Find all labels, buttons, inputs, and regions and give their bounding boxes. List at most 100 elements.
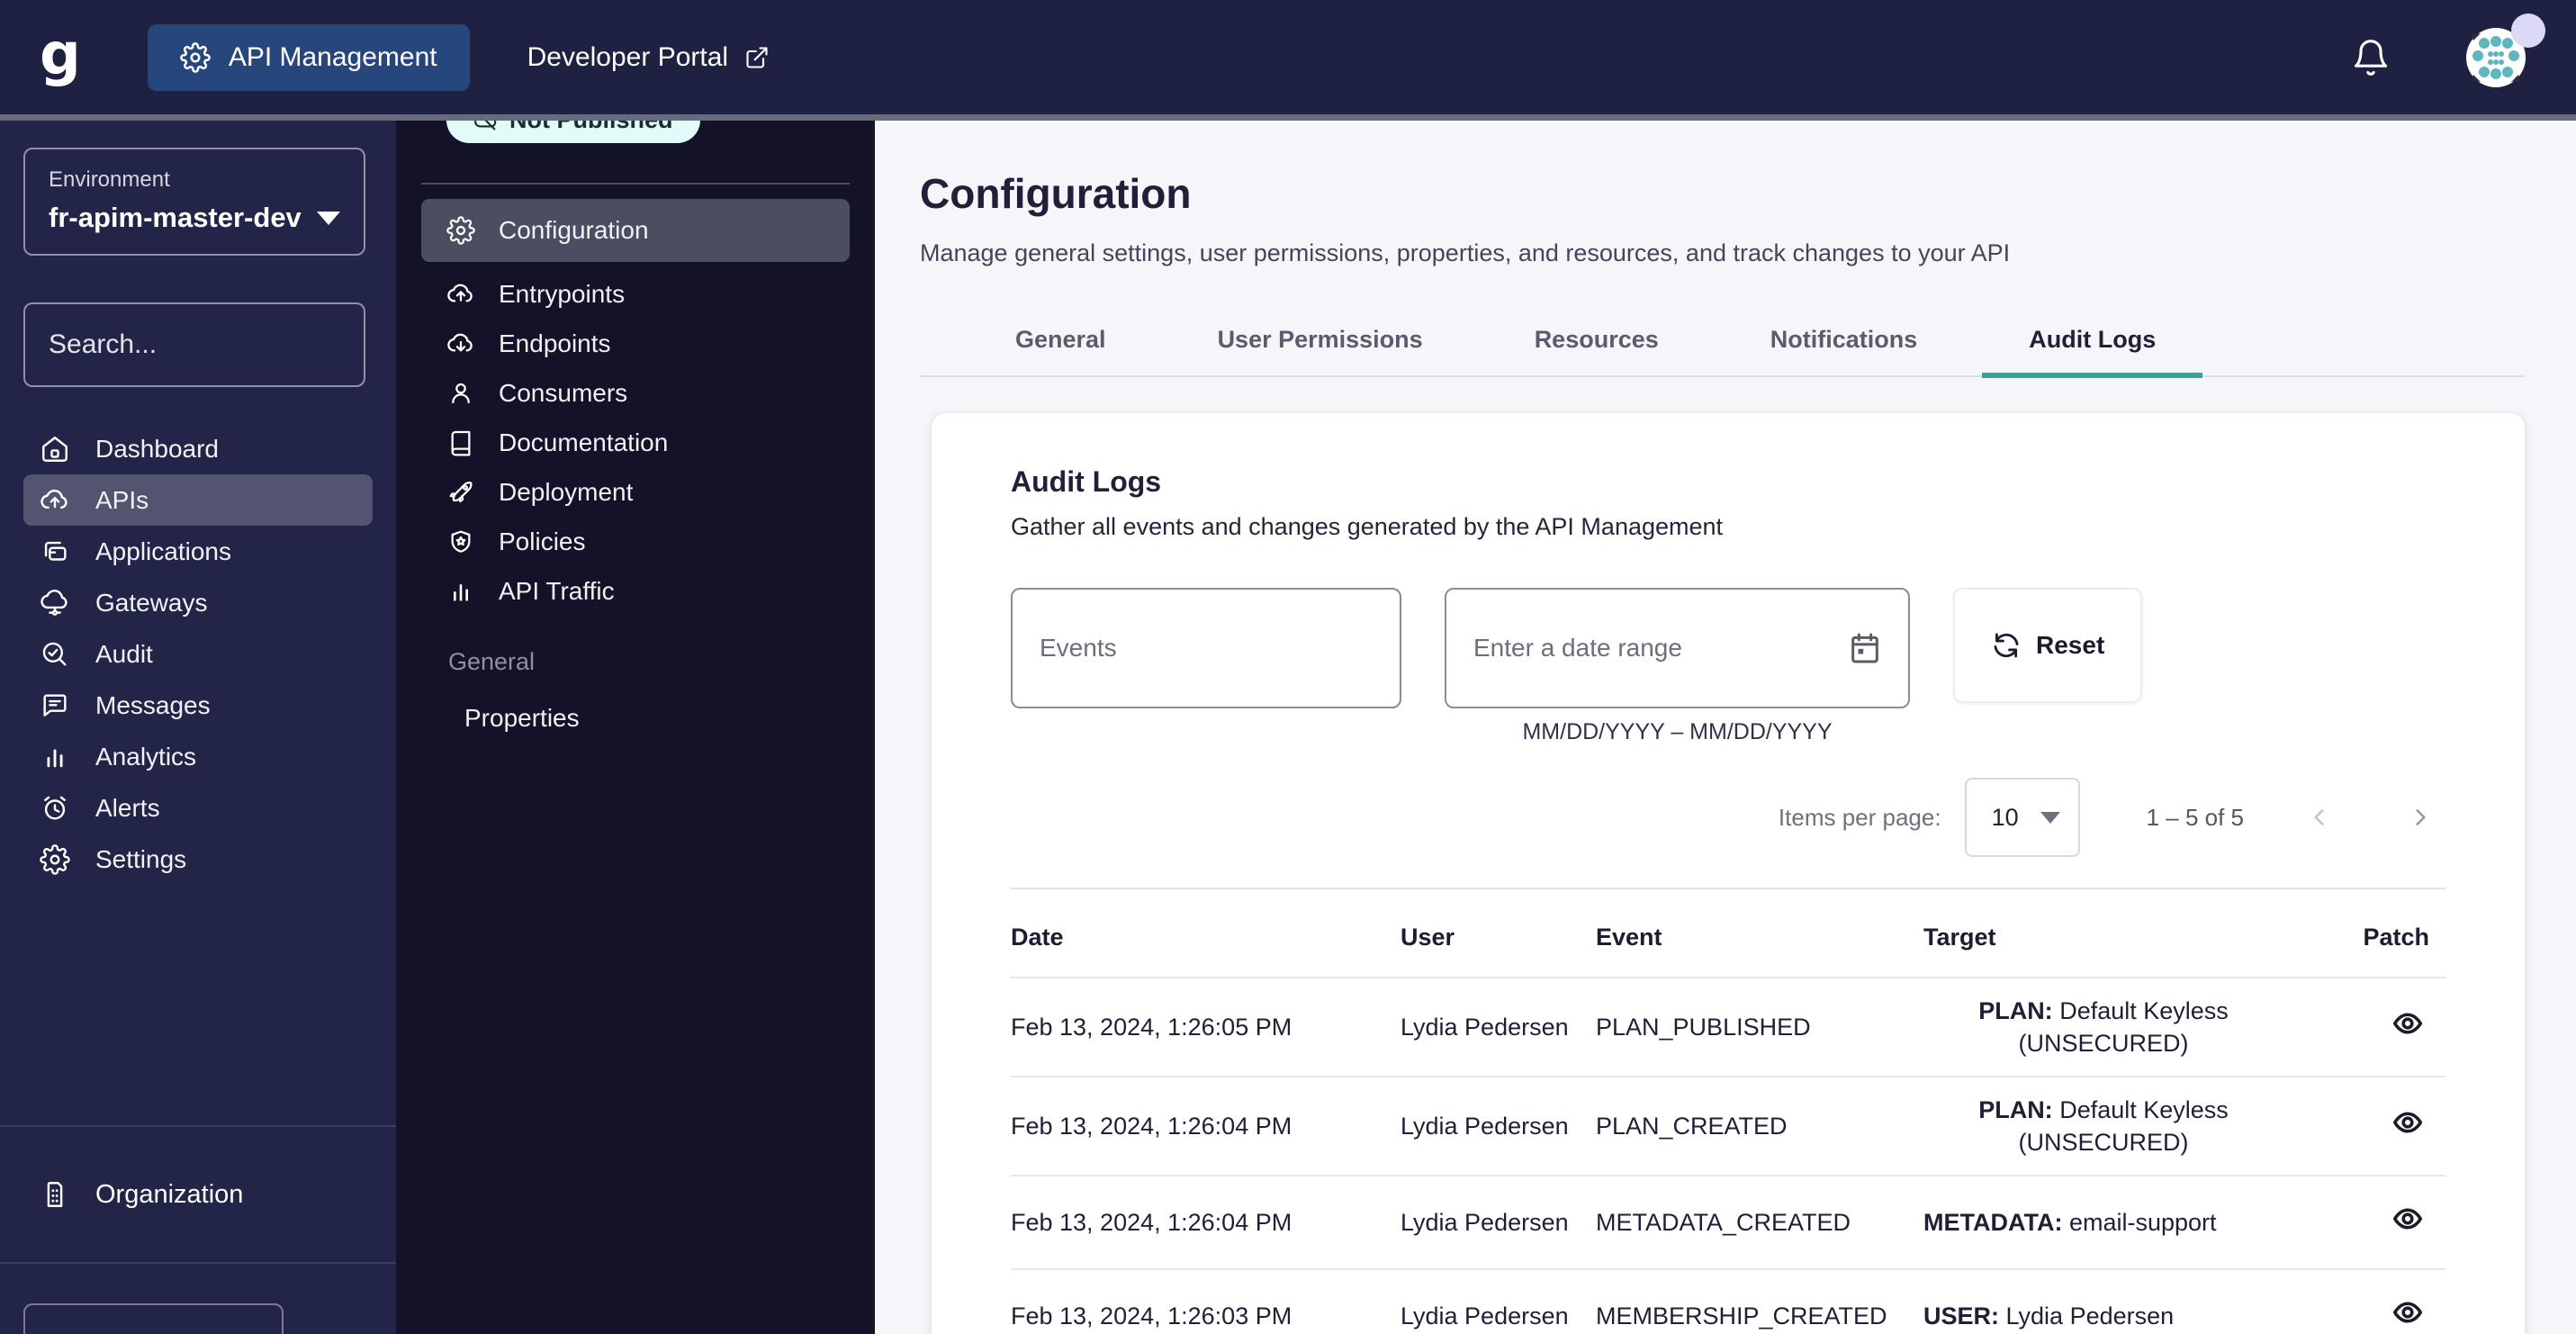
environment-value: fr-apim-master-dev	[49, 202, 302, 234]
api-sidebar-item-label: Entrypoints	[499, 280, 625, 309]
api-sidebar-item-properties[interactable]: Properties	[421, 696, 850, 741]
api-sidebar-item-documentation[interactable]: Documentation	[421, 418, 850, 467]
sidebar-item-alerts[interactable]: Alerts	[23, 782, 373, 834]
view-patch-button[interactable]	[2386, 1106, 2429, 1141]
refresh-icon	[1991, 630, 2022, 661]
chevron-left-icon	[2308, 806, 2331, 829]
environment-selector[interactable]: Environment fr-apim-master-dev	[23, 148, 365, 256]
column-header-date: Date	[1011, 889, 1401, 978]
card-title: Audit Logs	[1011, 465, 2445, 499]
view-patch-button[interactable]	[2386, 1007, 2429, 1042]
eye-icon	[2386, 1203, 2429, 1235]
items-per-page-select[interactable]: 10	[1965, 778, 2080, 857]
cell-target: USER: Lydia Pedersen	[1923, 1269, 2305, 1334]
bar-chart-icon	[40, 742, 70, 772]
cell-date: Feb 13, 2024, 1:26:03 PM	[1011, 1269, 1401, 1334]
person-icon	[446, 379, 475, 408]
api-sidebar-item-entrypoints[interactable]: Entrypoints	[421, 269, 850, 319]
table-row: Feb 13, 2024, 1:26:04 PM Lydia Pedersen …	[1011, 1077, 2445, 1176]
sidebar-item-audit[interactable]: Audit	[23, 628, 373, 680]
calendar-icon[interactable]	[1847, 628, 1883, 668]
cell-event: MEMBERSHIP_CREATED	[1596, 1269, 1923, 1334]
gravitee-logo: g	[40, 26, 81, 84]
events-filter-input[interactable]	[1040, 634, 1374, 662]
search-check-icon	[40, 639, 70, 670]
presence-badge	[2511, 14, 2545, 48]
api-sidebar-item-label: Deployment	[499, 478, 633, 507]
api-sidebar-item-endpoints[interactable]: Endpoints	[421, 319, 850, 368]
cards-icon	[40, 536, 70, 567]
cell-date: Feb 13, 2024, 1:26:04 PM	[1011, 1176, 1401, 1269]
sidebar-item-organization[interactable]: Organization	[0, 1127, 396, 1262]
cell-target: METADATA: email-support	[1923, 1176, 2305, 1269]
cell-target: PLAN: Default Keyless (UNSECURED)	[1923, 1077, 2305, 1176]
next-page-button[interactable]	[2395, 792, 2445, 843]
pagination-range-label: 1 – 5 of 5	[2147, 804, 2244, 832]
previous-page-button[interactable]	[2294, 792, 2345, 843]
sidebar-item-apis[interactable]: APIs	[23, 474, 373, 526]
api-sidebar-item-consumers[interactable]: Consumers	[421, 368, 850, 418]
api-management-label: API Management	[229, 42, 437, 73]
page-title: Configuration	[920, 169, 2525, 218]
collapse-menu-button[interactable]: Collapse menu	[23, 1303, 284, 1334]
cell-patch	[2305, 978, 2445, 1077]
api-sidebar-item-deployment[interactable]: Deployment	[421, 467, 850, 517]
tab-audit-logs[interactable]: Audit Logs	[1973, 310, 2211, 375]
reset-button[interactable]: Reset	[1953, 588, 2142, 703]
cell-patch	[2305, 1269, 2445, 1334]
chevron-right-icon	[2409, 806, 2432, 829]
sidebar-nav: Dashboard APIs Applications Gateways Aud…	[0, 423, 396, 885]
sidebar-item-settings[interactable]: Settings	[23, 834, 373, 885]
sidebar-item-dashboard[interactable]: Dashboard	[23, 423, 373, 474]
environment-label: Environment	[49, 167, 340, 193]
audit-logs-card: Audit Logs Gather all events and changes…	[932, 413, 2525, 1334]
cell-patch	[2305, 1077, 2445, 1176]
divider	[421, 183, 850, 185]
events-filter-select[interactable]	[1011, 588, 1401, 708]
sidebar-search[interactable]	[23, 302, 365, 387]
sidebar-item-applications[interactable]: Applications	[23, 526, 373, 577]
column-header-patch: Patch	[2305, 889, 2445, 978]
api-sidebar-item-policies[interactable]: Policies	[421, 517, 850, 566]
alarm-icon	[40, 793, 70, 824]
notifications-bell-icon[interactable]	[2351, 38, 2391, 77]
api-sidebar-item-api-traffic[interactable]: API Traffic	[421, 566, 850, 616]
sidebar-item-analytics[interactable]: Analytics	[23, 731, 373, 782]
tab-resources[interactable]: Resources	[1479, 310, 1715, 375]
cell-date: Feb 13, 2024, 1:26:05 PM	[1011, 978, 1401, 1077]
date-range-input[interactable]	[1473, 634, 1847, 662]
user-avatar[interactable]	[2466, 28, 2526, 87]
sidebar-item-label: Alerts	[95, 794, 160, 823]
date-format-hint: MM/DD/YYYY – MM/DD/YYYY	[1445, 719, 1910, 745]
audit-logs-table: Date User Event Target Patch Feb 13, 202…	[1011, 889, 2445, 1334]
gear-icon	[446, 216, 475, 245]
developer-portal-link[interactable]: Developer Portal	[527, 42, 770, 73]
sidebar-item-label: Applications	[95, 537, 231, 566]
cell-event: METADATA_CREATED	[1596, 1176, 1923, 1269]
section-label-general: General	[448, 648, 875, 676]
eye-icon	[2386, 1106, 2429, 1139]
search-input[interactable]	[49, 329, 396, 360]
date-filter-group: MM/DD/YYYY – MM/DD/YYYY	[1445, 588, 1910, 745]
date-range-field[interactable]	[1445, 588, 1910, 708]
tab-general[interactable]: General	[959, 310, 1162, 375]
api-sidebar-item-configuration[interactable]: Configuration	[421, 199, 850, 262]
eye-icon	[2386, 1007, 2429, 1040]
sidebar-item-gateways[interactable]: Gateways	[23, 577, 373, 628]
main-content: Configuration Manage general settings, u…	[875, 121, 2576, 1334]
sidebar-item-messages[interactable]: Messages	[23, 680, 373, 731]
tab-user-permissions[interactable]: User Permissions	[1162, 310, 1479, 375]
sidebar-item-label: Audit	[95, 640, 153, 669]
sidebar-item-label: Settings	[95, 845, 186, 874]
tab-notifications[interactable]: Notifications	[1715, 310, 1974, 375]
topbar-divider-strip	[0, 114, 2576, 121]
api-management-button[interactable]: API Management	[148, 24, 470, 91]
cell-target: PLAN: Default Keyless (UNSECURED)	[1923, 978, 2305, 1077]
sidebar-bottom: Organization Collapse menu	[0, 1125, 396, 1334]
pagination-bar: Items per page: 10 1 – 5 of 5	[1011, 778, 2445, 857]
view-patch-button[interactable]	[2386, 1203, 2429, 1238]
sidebar-item-label: Organization	[95, 1180, 243, 1210]
view-patch-button[interactable]	[2386, 1296, 2429, 1331]
api-sidebar-item-label: API Traffic	[499, 577, 615, 606]
table-header-row: Date User Event Target Patch	[1011, 889, 2445, 978]
